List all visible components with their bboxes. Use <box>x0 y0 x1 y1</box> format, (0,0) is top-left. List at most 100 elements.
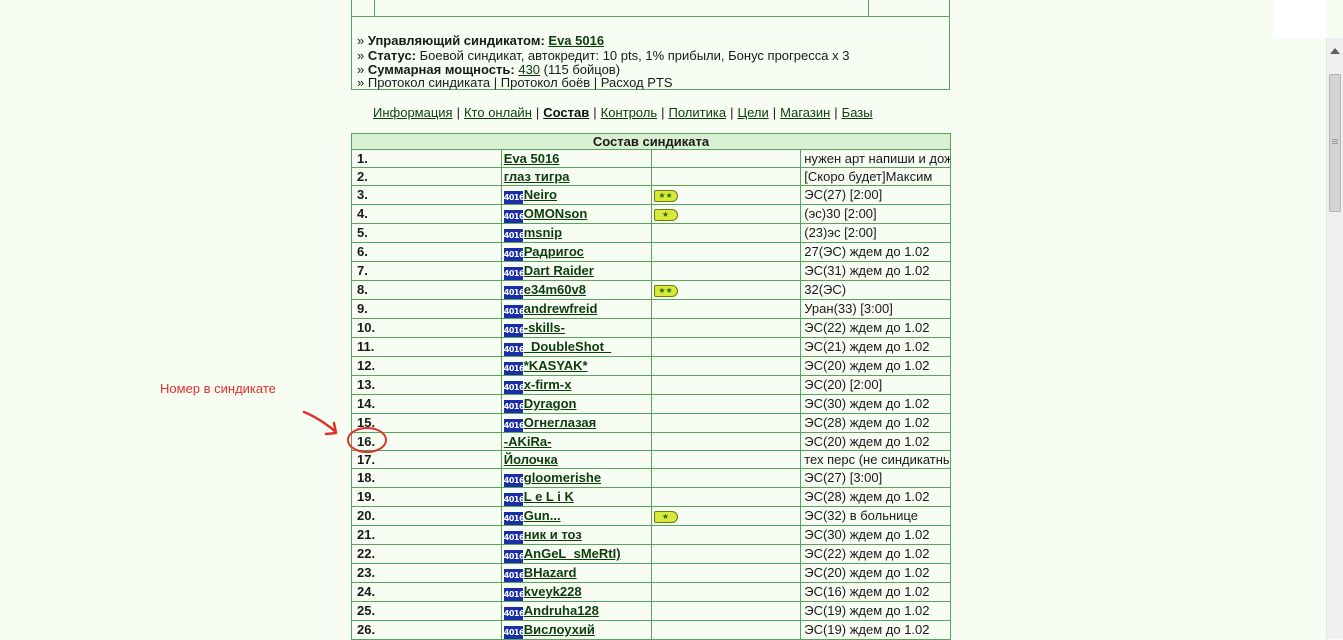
clan-emblem-icon[interactable]: 4016 <box>503 381 525 394</box>
badge-cell: ★ <box>650 506 802 526</box>
member-status: ЭС(27) [2:00] <box>800 185 951 205</box>
clan-emblem-icon[interactable]: 4016 <box>503 550 525 563</box>
clan-emblem-icon[interactable]: 4016 <box>503 248 525 261</box>
member-name-link[interactable]: Вислоухий <box>524 622 595 637</box>
clan-emblem-icon[interactable]: 4016 <box>503 419 525 432</box>
member-number: 11. <box>351 337 502 357</box>
nav-shop[interactable]: Магазин <box>780 105 830 120</box>
pts-expense-link[interactable]: Расход PTS <box>601 75 673 90</box>
member-name-link[interactable]: Dyragon <box>524 396 577 411</box>
member-name-link[interactable]: e34m60v8 <box>524 282 586 297</box>
clan-emblem-icon[interactable]: 4016 <box>503 305 525 318</box>
clan-emblem-icon[interactable]: 4016 <box>503 474 525 487</box>
clan-emblem-icon[interactable]: 4016 <box>503 588 525 601</box>
nav-info[interactable]: Информация <box>373 105 453 120</box>
member-name-link[interactable]: -skills- <box>524 320 565 335</box>
member-number: 18. <box>351 468 502 488</box>
member-name-link[interactable]: *KASYAK* <box>524 358 588 373</box>
member-cell: 4016msnip <box>500 223 652 243</box>
clan-emblem-icon[interactable]: 4016 <box>503 267 525 280</box>
battle-log-link[interactable]: Протокол боёв <box>501 75 590 90</box>
member-name-link[interactable]: _DoubleShot_ <box>524 339 611 354</box>
clan-emblem-icon[interactable]: 4016 <box>503 210 525 223</box>
member-status: 32(ЭС) <box>800 280 951 300</box>
clan-emblem-icon[interactable]: 4016 <box>503 362 525 375</box>
clan-emblem-icon[interactable]: 4016 <box>503 229 525 242</box>
badge-cell <box>650 149 802 168</box>
badge-cell <box>650 563 802 583</box>
info-box-header <box>352 0 949 17</box>
clan-emblem-icon[interactable]: 4016 <box>503 512 525 525</box>
member-name-link[interactable]: BHazard <box>524 565 577 580</box>
nav-separator: | <box>661 105 665 120</box>
member-name-link[interactable]: Gun... <box>524 508 561 523</box>
syndicate-log-link[interactable]: Протокол синдиката <box>368 75 490 90</box>
member-name-link[interactable]: Огнеглазая <box>524 415 596 430</box>
clan-emblem-icon[interactable]: 4016 <box>503 569 525 582</box>
member-name-link[interactable]: Радригос <box>524 244 584 259</box>
member-name-link[interactable]: Eva 5016 <box>504 151 560 166</box>
member-status: 27(ЭС) ждем до 1.02 <box>800 242 951 262</box>
clan-emblem-icon[interactable]: 4016 <box>503 324 525 337</box>
roster-row: 17. Йолочка тех перс (не синдикатный) <box>351 450 951 469</box>
red-circle-highlight <box>347 427 387 453</box>
status-value: Боевой синдикат, автокредит: 10 pts, 1% … <box>419 48 850 63</box>
member-name-link[interactable]: Dart Raider <box>524 263 594 278</box>
member-name-link[interactable]: L e L i K <box>524 489 574 504</box>
member-number: 21. <box>351 525 502 545</box>
clan-emblem-icon[interactable]: 4016 <box>503 191 525 204</box>
member-name-link[interactable]: глаз тигра <box>504 169 570 184</box>
member-number: 8. <box>351 280 502 300</box>
badge-cell: ★★ <box>650 185 802 205</box>
nav-separator: | <box>772 105 777 120</box>
member-name-link[interactable]: Йолочка <box>504 452 558 467</box>
nav-politics[interactable]: Политика <box>669 105 727 120</box>
member-number: 10. <box>351 318 502 338</box>
bullet: » <box>357 48 365 63</box>
member-name-link[interactable]: gloomerishe <box>524 470 601 485</box>
member-cell: 4016_DoubleShot_ <box>500 337 652 357</box>
clan-emblem-icon[interactable]: 4016 <box>503 531 525 544</box>
member-status: ЭС(16) ждем до 1.02 <box>800 582 951 602</box>
member-name-link[interactable]: andrewfreid <box>524 301 598 316</box>
clan-emblem-icon[interactable]: 4016 <box>503 400 525 413</box>
member-name-link[interactable]: kveyk228 <box>524 584 582 599</box>
star-badge-icon: ★★ <box>653 189 678 202</box>
member-name-link[interactable]: x-firm-x <box>524 377 572 392</box>
member-name-link[interactable]: -AKiRa- <box>504 434 552 449</box>
member-number: 1. <box>351 149 502 168</box>
member-number: 22. <box>351 544 502 564</box>
member-name-link[interactable]: OMONson <box>524 206 588 221</box>
clan-emblem-icon[interactable]: 4016 <box>503 626 525 639</box>
scroll-thumb[interactable] <box>1329 74 1341 212</box>
scroll-up-arrow-icon[interactable] <box>1330 48 1340 54</box>
member-name-link[interactable]: ник и тоз <box>524 527 582 542</box>
nav-control[interactable]: Контроль <box>601 105 657 120</box>
member-name-link[interactable]: AnGeL_sMeRtI) <box>524 546 621 561</box>
clan-emblem-icon[interactable]: 4016 <box>503 286 525 299</box>
member-cell: 4016kveyk228 <box>500 582 652 602</box>
member-number: 23. <box>351 563 502 583</box>
nav-bases[interactable]: Базы <box>842 105 873 120</box>
badge-cell: ★ <box>650 204 802 224</box>
roster-row: 5. 4016msnip (23)эс [2:00] <box>351 223 951 243</box>
nav-roster[interactable]: Состав <box>543 105 589 120</box>
roster-row: 20. 4016Gun... ★ ЭС(32) в больнице <box>351 506 951 526</box>
member-cell: Йолочка <box>500 450 652 469</box>
member-status: ЭС(32) в больнице <box>800 506 951 526</box>
vertical-scrollbar[interactable] <box>1326 38 1343 639</box>
manager-link[interactable]: Eva 5016 <box>548 33 604 48</box>
member-name-link[interactable]: Neiro <box>524 187 557 202</box>
nav-goals[interactable]: Цели <box>737 105 768 120</box>
roster-row: 1.Eva 5016 нужен арт напиши и дождись отв… <box>351 149 951 168</box>
clan-emblem-icon[interactable]: 4016 <box>503 493 525 506</box>
member-name-link[interactable]: Andruha128 <box>524 603 599 618</box>
member-cell: 4016Dart Raider <box>500 261 652 281</box>
clan-emblem-icon[interactable]: 4016 <box>503 607 525 620</box>
nav-who-online[interactable]: Кто онлайн <box>464 105 532 120</box>
member-status: ЭС(30) ждем до 1.02 <box>800 525 951 545</box>
member-number: 6. <box>351 242 502 262</box>
member-name-link[interactable]: msnip <box>524 225 562 240</box>
clan-emblem-icon[interactable]: 4016 <box>503 343 525 356</box>
member-cell: 4016Dyragon <box>500 394 652 414</box>
